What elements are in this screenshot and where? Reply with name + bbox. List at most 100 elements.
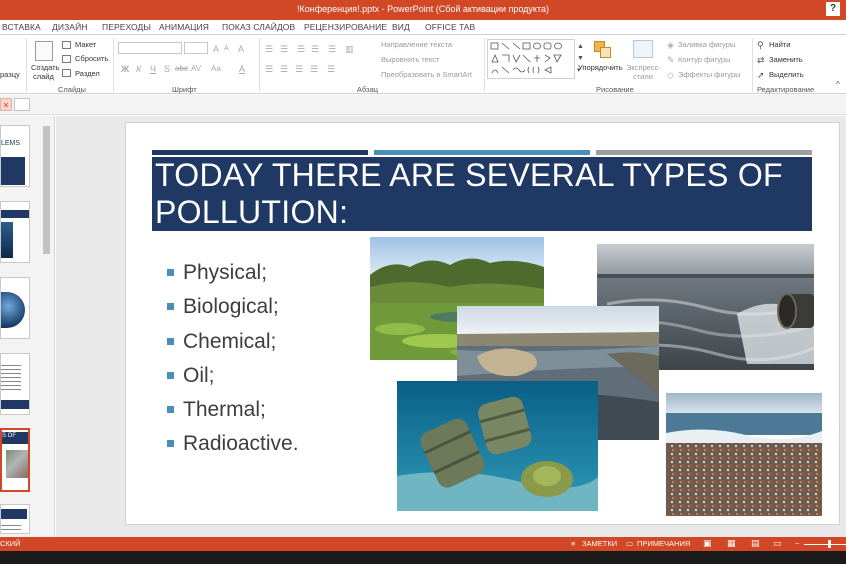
zoom-slider[interactable] [804,544,846,545]
layout-button[interactable]: Макет [75,40,96,49]
replace-icon[interactable]: ⇄ [757,55,765,65]
bullets-icon[interactable]: ☰ [265,44,273,54]
find-button[interactable]: Найти [769,40,790,49]
justify-icon[interactable]: ☰ [310,64,318,74]
arrange-icon-back [600,47,611,58]
align-right-icon[interactable]: ☰ [295,64,303,74]
align-center-icon[interactable]: ☰ [280,64,288,74]
decrease-indent-icon[interactable]: ☰ [297,44,305,54]
close-tab-icon[interactable]: × [0,98,12,111]
slide-title-placeholder[interactable]: TODAY THERE ARE SEVERAL TYPES OF POLLUTI… [152,157,812,231]
font-name-dropdown[interactable] [118,42,182,54]
group-label-slides: Слайды [58,85,86,94]
reset-button[interactable]: Сбросить [75,54,108,63]
quick-styles-icon[interactable] [633,40,653,58]
notes-icon[interactable]: ≡ [571,539,575,548]
new-slide-label-1[interactable]: Создать [31,63,60,72]
distributed-icon[interactable]: ☰ [327,64,335,74]
document-tab[interactable] [14,98,30,111]
change-case-icon[interactable]: Aa [211,64,221,74]
slide-sorter-icon[interactable]: ▦ [727,538,736,549]
slide-thumbnails-pane: LEMS S OF [0,116,55,537]
layout-icon [62,41,71,49]
columns-icon[interactable]: ▥ [345,44,354,54]
bullet-list[interactable]: Physical; Biological; Chemical; Oil; The… [166,256,356,462]
collapse-ribbon-icon[interactable]: ^ [836,80,840,90]
quick-styles-label-2[interactable]: стили [633,72,653,81]
tab-transitions[interactable]: ПЕРЕХОДЫ [102,22,151,32]
group-label-drawing: Рисование [596,85,634,94]
increase-indent-icon[interactable]: ☰ [311,44,319,54]
bullet-item: Physical; [166,256,356,290]
help-button[interactable]: ? [826,2,840,16]
bold-icon[interactable]: Ж [121,64,129,74]
align-left-icon[interactable]: ☰ [265,64,273,74]
format-painter-label[interactable]: разцу [0,70,20,79]
slideshow-icon[interactable]: ▭ [773,538,782,549]
tab-animations[interactable]: АНИМАЦИЯ [159,22,209,32]
shape-outline-button[interactable]: Контур фигуры [678,55,730,64]
font-color-icon[interactable]: A [239,64,245,74]
italic-icon[interactable]: К [136,64,141,74]
new-slide-label-2[interactable]: слайд [33,72,54,81]
thumbnail-image [1,210,29,218]
select-button[interactable]: Выделить [769,70,804,79]
slide-thumbnail[interactable] [0,353,30,415]
tab-slideshow[interactable]: ПОКАЗ СЛАЙДОВ [222,22,295,32]
char-spacing-icon[interactable]: AV [191,64,201,74]
title-accent-bar-blue [374,150,590,155]
slide-thumbnail[interactable] [0,504,30,534]
photo-underwater-barrels[interactable] [397,381,598,511]
font-size-dropdown[interactable] [184,42,208,54]
slide-thumbnail-selected[interactable]: S OF [0,428,30,492]
notes-button[interactable]: ЗАМЕТКИ [582,539,617,548]
tab-design[interactable]: ДИЗАЙН [52,22,88,32]
align-text-button[interactable]: Выровнять текст [381,55,439,64]
strikethrough-icon[interactable]: abc [175,64,188,74]
numbering-icon[interactable]: ☰ [280,44,288,54]
shape-outline-icon[interactable]: ✎ [667,55,675,65]
smartart-button[interactable]: Преобразовать в SmartArt [381,70,472,79]
zoom-slider-thumb[interactable] [828,540,831,548]
underline-icon[interactable]: Ч [150,64,156,74]
replace-button[interactable]: Заменить [769,55,803,64]
shape-effects-button[interactable]: Эффекты фигуры [678,70,741,79]
tab-insert[interactable]: ВСТАВКА [2,22,41,32]
bullet-marker [167,440,174,448]
slide-thumbnail[interactable]: LEMS [0,125,30,187]
slide-thumbnail[interactable] [0,201,30,263]
shrink-font-icon[interactable]: A [224,44,229,54]
shape-fill-button[interactable]: Заливка фигуры [678,40,735,49]
text-direction-button[interactable]: Направление текста [381,40,452,49]
photo-underwater-barrels-image [397,381,598,511]
bullet-text: Chemical; [183,329,277,353]
reading-view-icon[interactable]: ▤ [751,538,760,549]
new-slide-icon[interactable] [35,41,53,61]
tab-office-tab[interactable]: OFFICE TAB [425,22,475,32]
gallery-up-icon[interactable]: ▲ [577,42,584,52]
grow-font-icon[interactable]: A [213,44,219,54]
thumbnails-scroll-thumb[interactable] [43,126,50,254]
zoom-out-icon[interactable]: − [795,539,799,548]
shape-fill-icon[interactable]: ◈ [667,40,674,50]
bullet-text: Radioactive. [183,432,299,456]
slide-thumbnail[interactable] [0,277,30,339]
shapes-gallery[interactable] [487,39,575,79]
comments-icon[interactable]: ▭ [626,539,633,548]
language-indicator[interactable]: СКИЙ [0,539,21,548]
quick-styles-label-1[interactable]: Экспресс- [626,63,661,72]
photo-polluted-beach[interactable] [666,393,822,516]
select-icon[interactable]: ➚ [757,70,765,80]
section-icon [62,69,71,77]
shape-effects-icon[interactable]: ◇ [667,70,674,80]
tab-review[interactable]: РЕЦЕНЗИРОВАНИЕ [304,22,387,32]
arrange-button[interactable]: Упорядочить [578,63,623,72]
comments-button[interactable]: ПРИМЕЧАНИЯ [637,539,690,548]
shadow-icon[interactable]: S [164,64,170,74]
tab-view[interactable]: ВИД [392,22,410,32]
normal-view-icon[interactable]: ▣ [703,538,712,549]
line-spacing-icon[interactable]: ☰ [328,44,336,54]
section-button[interactable]: Раздел [75,69,100,78]
clear-format-icon[interactable]: A [238,44,244,54]
find-icon[interactable]: ⚲ [757,40,764,50]
